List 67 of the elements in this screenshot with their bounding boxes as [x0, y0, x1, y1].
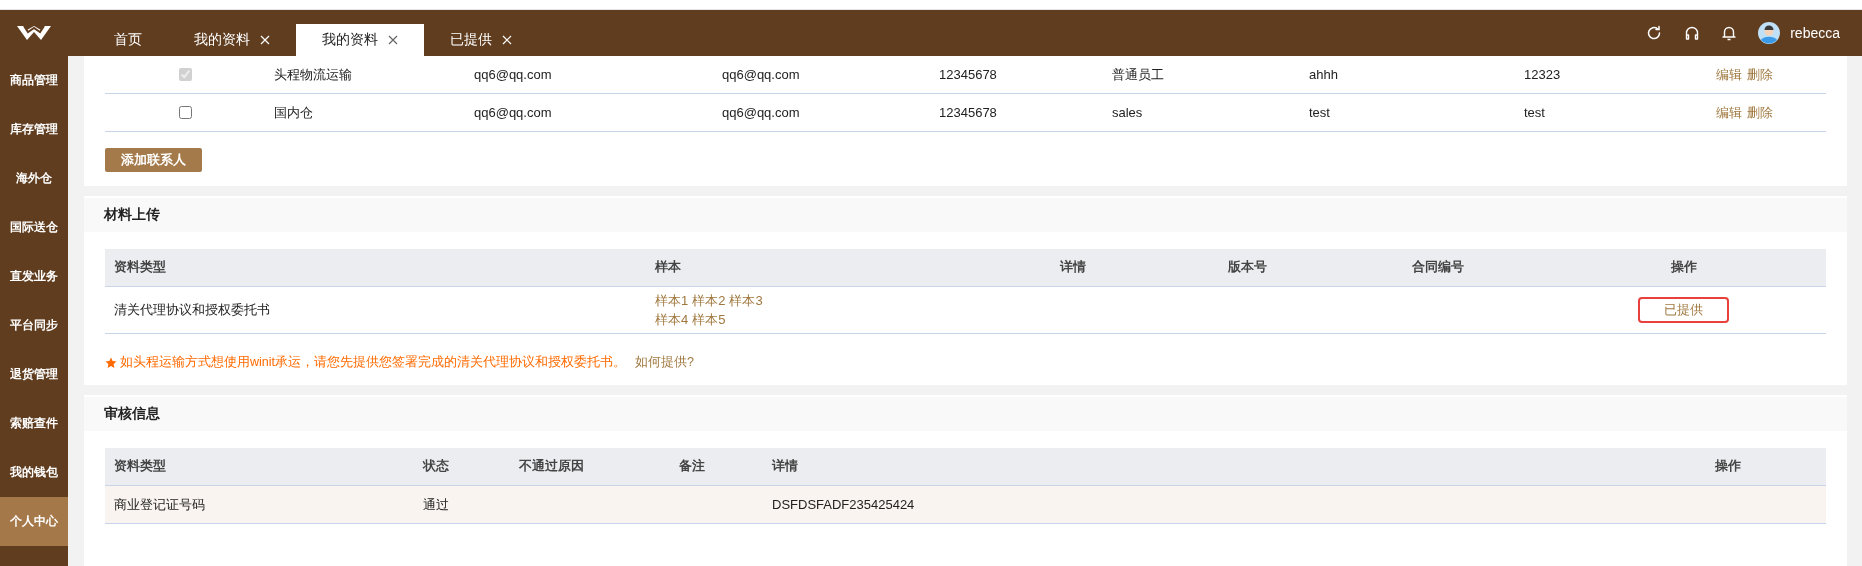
column-header: 详情 — [1058, 259, 1087, 276]
table-cell-text: ahhh — [1308, 67, 1339, 82]
table-cell-text: 国内仓 — [273, 103, 314, 122]
table-cell-text: 12345678 — [938, 105, 998, 120]
table-cell-text: test — [1523, 105, 1546, 120]
sidebar-item[interactable]: 直发业务 — [0, 252, 68, 301]
table-cell-text: 商业登记证号码 — [113, 495, 206, 514]
sidebar-item[interactable]: 平台同步 — [0, 301, 68, 350]
column-header: 操作 — [1669, 259, 1698, 276]
column-header: 样本 — [653, 259, 682, 276]
table-cell-text: 普通员工 — [1111, 65, 1165, 84]
table-cell-text: DSFDSFADF235425424 — [771, 497, 916, 512]
table-cell-text: 头程物流运输 — [273, 65, 353, 84]
tab[interactable]: 我的资料 — [296, 24, 424, 56]
sidebar-item[interactable]: 我的钱包 — [0, 448, 68, 497]
table-cell-text: qq6@qq.com — [721, 67, 801, 82]
column-header: 合同编号 — [1411, 259, 1465, 276]
table-cell-text: sales — [1111, 105, 1144, 120]
sidebar-item[interactable]: 海外仓 — [0, 154, 68, 203]
avatar-icon[interactable] — [1758, 22, 1781, 44]
table-cell-text: test — [1308, 105, 1331, 120]
close-icon[interactable] — [388, 35, 398, 45]
column-header: 版本号 — [1227, 259, 1268, 276]
note-text: 如头程运输方式想使用winit承运，请您先提供您签署完成的清关代理协议和授权委托书。 — [120, 354, 626, 371]
table-cell-text: qq6@qq.com — [721, 105, 801, 120]
sample-link[interactable]: 样本3 — [729, 291, 763, 310]
refresh-icon[interactable] — [1646, 25, 1663, 41]
logo-icon — [16, 24, 52, 42]
column-header: 状态 — [421, 458, 450, 475]
column-header: 不通过原因 — [518, 458, 585, 475]
column-header: 资料类型 — [113, 259, 167, 276]
bell-icon[interactable] — [1722, 25, 1737, 41]
sample-link[interactable]: 样本4 — [655, 310, 689, 329]
add-contact-button[interactable]: 添加联系人 — [105, 148, 202, 172]
table-cell-text: qq6@qq.com — [473, 105, 553, 120]
table-cell-text: qq6@qq.com — [473, 67, 553, 82]
sidebar-item[interactable]: 退货管理 — [0, 350, 68, 399]
sample-link[interactable]: 样本5 — [692, 310, 726, 329]
column-header: 操作 — [1714, 458, 1742, 475]
sidebar-item[interactable]: 索赔查件 — [0, 399, 68, 448]
sidebar-item[interactable]: 商品管理 — [0, 56, 68, 105]
sidebar-item[interactable]: 个人中心 — [0, 497, 68, 546]
sidebar-item[interactable]: 国际送仓 — [0, 203, 68, 252]
sidebar-item[interactable]: 库存管理 — [0, 105, 68, 154]
table-cell-text: 12323 — [1523, 67, 1562, 82]
table-cell-text: 清关代理协议和授权委托书 — [113, 301, 271, 319]
provided-link[interactable]: 已提供 — [1638, 297, 1729, 323]
row-checkbox[interactable] — [178, 106, 192, 119]
action-link[interactable]: 删除 — [1747, 103, 1773, 122]
sample-link[interactable]: 样本1 — [655, 291, 689, 310]
table-cell-text: 通过 — [422, 495, 450, 514]
star-icon — [105, 356, 117, 369]
tab[interactable]: 我的资料 — [168, 24, 296, 56]
column-header: 资料类型 — [113, 458, 167, 475]
username[interactable]: rebecca — [1790, 25, 1840, 41]
column-header: 备注 — [678, 458, 706, 475]
section-title: 审核信息 — [84, 397, 1847, 431]
table-row[interactable]: 商业登记证号码 通过 DSFDSFADF235425424 — [105, 486, 1826, 524]
column-header: 详情 — [770, 458, 799, 475]
section-title: 材料上传 — [84, 198, 1847, 232]
sample-link[interactable]: 样本2 — [692, 291, 726, 310]
table-cell-text: 12345678 — [938, 67, 998, 82]
action-link[interactable]: 编辑 — [1716, 103, 1742, 122]
tab[interactable]: 已提供 — [424, 24, 538, 56]
tab[interactable]: 首页 — [88, 24, 168, 56]
headphones-icon[interactable] — [1684, 25, 1701, 41]
help-link[interactable]: 如何提供? — [635, 354, 694, 371]
